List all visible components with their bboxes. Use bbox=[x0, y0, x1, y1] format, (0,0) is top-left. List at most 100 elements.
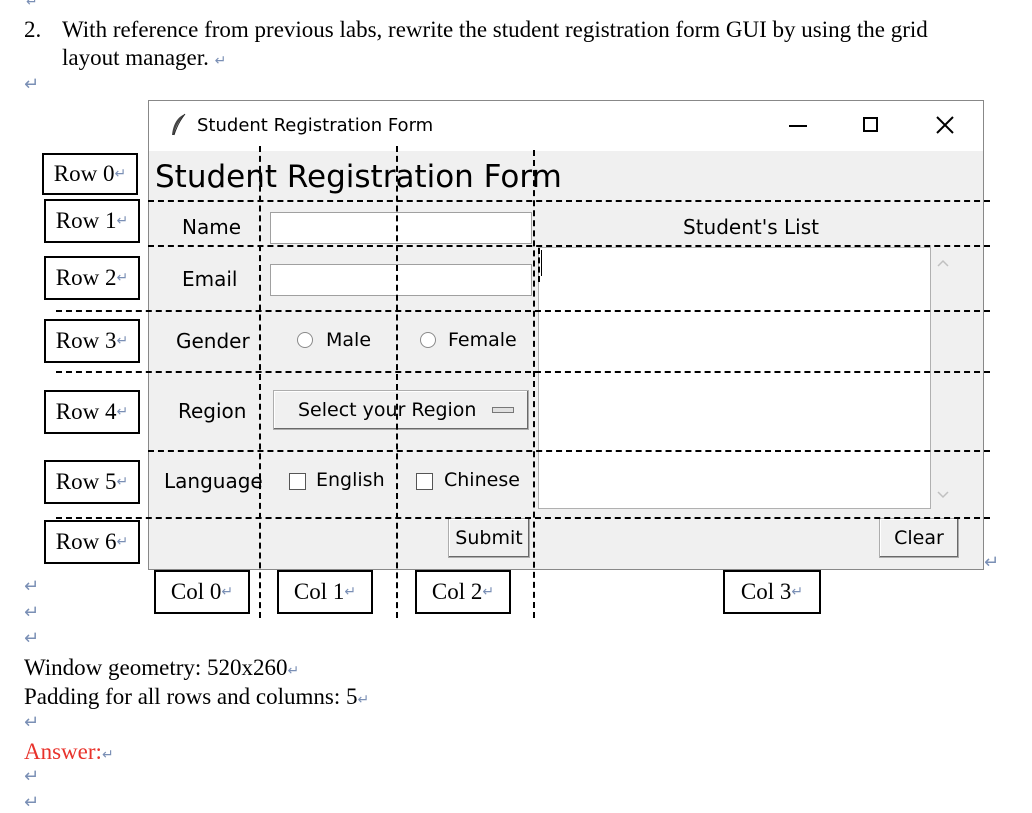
paragraph-mark: ↵ bbox=[116, 474, 129, 490]
female-radio[interactable] bbox=[420, 332, 436, 348]
scroll-up-icon[interactable] bbox=[937, 259, 949, 267]
padding-value: Padding for all rows and columns: 5 bbox=[24, 684, 358, 709]
paragraph-mark: ↵ bbox=[344, 584, 357, 600]
row-label-text: Row 1 bbox=[55, 208, 117, 233]
female-label: Female bbox=[448, 329, 517, 351]
col-label-text: Col 2 bbox=[431, 579, 483, 604]
language-label: Language bbox=[164, 469, 263, 493]
region-label: Region bbox=[178, 399, 247, 423]
question-number: 2. bbox=[24, 17, 42, 42]
paragraph-mark: ↵ bbox=[116, 534, 129, 550]
answer-label: Answer: bbox=[24, 739, 102, 764]
paragraph-mark: ↵ bbox=[114, 166, 127, 182]
col-label-text: Col 0 bbox=[170, 579, 222, 604]
grid-line-row5-bottom bbox=[56, 517, 990, 519]
paragraph-mark: ↵ bbox=[101, 747, 114, 763]
chinese-label: Chinese bbox=[444, 469, 520, 491]
close-icon[interactable] bbox=[935, 115, 955, 135]
paragraph-mark: ↵ bbox=[482, 584, 495, 600]
student-list-title: Student's List bbox=[683, 215, 819, 239]
row-label-6: Row 6 ↵ bbox=[44, 520, 140, 564]
english-checkbox[interactable] bbox=[289, 473, 306, 490]
col-label-text: Col 3 bbox=[740, 579, 792, 604]
dropdown-indicator-icon bbox=[492, 407, 514, 413]
padding-text: Padding for all rows and columns: 5↵ bbox=[24, 683, 369, 714]
col-label-0: Col 0 ↵ bbox=[154, 570, 250, 614]
row-label-text: Row 3 bbox=[55, 328, 117, 353]
question-text-line2-text: layout manager. bbox=[62, 45, 209, 70]
student-listbox[interactable] bbox=[538, 247, 931, 509]
listbox-scrollbar[interactable] bbox=[931, 247, 955, 509]
grid-line-col2-right bbox=[533, 150, 535, 618]
row-label-text: Row 4 bbox=[55, 399, 117, 424]
paragraph-mark: ↵ bbox=[791, 584, 804, 600]
row-label-0: Row 0 ↵ bbox=[42, 153, 138, 195]
region-optionmenu[interactable]: Select your Region bbox=[273, 390, 529, 430]
answer-heading: Answer:↵ bbox=[24, 738, 114, 769]
paragraph-mark: ↵ bbox=[116, 213, 129, 229]
paragraph-mark: ↵ bbox=[24, 792, 40, 813]
window-title: Student Registration Form bbox=[197, 115, 434, 136]
col-label-2: Col 2 ↵ bbox=[415, 570, 511, 614]
submit-button[interactable]: Submit bbox=[448, 518, 530, 558]
grid-line-row2-bottom bbox=[56, 310, 990, 312]
email-label: Email bbox=[182, 267, 238, 291]
row-label-4: Row 4 ↵ bbox=[44, 390, 140, 434]
name-input[interactable] bbox=[270, 212, 532, 244]
col-label-3: Col 3 ↵ bbox=[723, 570, 821, 614]
paragraph-mark: ↵ bbox=[221, 584, 234, 600]
grid-line-col2-right-b bbox=[538, 248, 540, 282]
minimize-icon[interactable] bbox=[789, 125, 807, 127]
row-label-text: Row 6 bbox=[55, 529, 117, 554]
grid-line-row0-bottom bbox=[148, 200, 990, 202]
paragraph-mark: ↵ bbox=[116, 404, 129, 420]
paragraph-mark: ↵ bbox=[116, 270, 129, 286]
chinese-checkbox[interactable] bbox=[416, 473, 433, 490]
window-geometry-text: Window geometry: 520x260↵ bbox=[24, 654, 299, 685]
name-label: Name bbox=[182, 215, 242, 239]
paragraph-mark: ↵ bbox=[214, 53, 227, 69]
question-text-line2: layout manager. ↵ bbox=[62, 44, 226, 75]
window-titlebar: Student Registration Form bbox=[149, 101, 983, 151]
grid-line-row3-bottom bbox=[56, 371, 990, 373]
row-label-2: Row 2 ↵ bbox=[44, 256, 140, 300]
region-selected: Select your Region bbox=[298, 399, 477, 421]
paragraph-mark: ↵ bbox=[24, 712, 40, 733]
paragraph-mark: ↵ bbox=[357, 692, 370, 708]
grid-line-col1-right bbox=[396, 146, 398, 618]
email-input[interactable] bbox=[270, 264, 532, 296]
row-label-5: Row 5 ↵ bbox=[44, 460, 140, 504]
paragraph-mark: ↵ bbox=[287, 663, 300, 679]
paragraph-mark: ↵ bbox=[24, 576, 40, 597]
male-label: Male bbox=[326, 329, 372, 351]
row-label-text: Row 0 bbox=[53, 161, 115, 186]
grid-line-row4-bottom bbox=[148, 450, 990, 452]
window-geometry-value: Window geometry: 520x260 bbox=[24, 655, 288, 680]
feather-icon bbox=[172, 113, 186, 136]
row-label-text: Row 5 bbox=[55, 469, 117, 494]
form-heading: Student Registration Form bbox=[155, 159, 562, 195]
scroll-down-icon[interactable] bbox=[937, 491, 949, 499]
maximize-icon[interactable] bbox=[863, 117, 878, 132]
row-label-3: Row 3 ↵ bbox=[44, 319, 140, 363]
tk-window: Student Registration Form Student Regist… bbox=[148, 100, 984, 570]
english-label: English bbox=[316, 469, 385, 491]
grid-line-row1-bottom bbox=[148, 245, 990, 247]
paragraph-mark: ↵ bbox=[24, 74, 40, 95]
paragraph-mark: ↵ bbox=[24, 766, 40, 787]
listbox-cursor bbox=[541, 250, 542, 276]
male-radio[interactable] bbox=[297, 332, 313, 348]
col-label-text: Col 1 bbox=[293, 579, 345, 604]
paragraph-mark: ↵ bbox=[24, 628, 40, 649]
row-label-1: Row 1 ↵ bbox=[44, 199, 140, 243]
question-text-line1: With reference from previous labs, rewri… bbox=[62, 17, 928, 42]
row-label-text: Row 2 bbox=[55, 265, 117, 290]
clear-button[interactable]: Clear bbox=[879, 518, 959, 558]
paragraph-mark: ↵ bbox=[116, 333, 129, 349]
gender-label: Gender bbox=[176, 329, 250, 353]
paragraph-mark: ↵ bbox=[24, 602, 40, 623]
paragraph-mark: ↵ bbox=[26, 0, 38, 10]
col-label-1: Col 1 ↵ bbox=[277, 570, 373, 614]
grid-line-col0-right bbox=[259, 146, 261, 618]
paragraph-mark: ↵ bbox=[984, 552, 1000, 573]
